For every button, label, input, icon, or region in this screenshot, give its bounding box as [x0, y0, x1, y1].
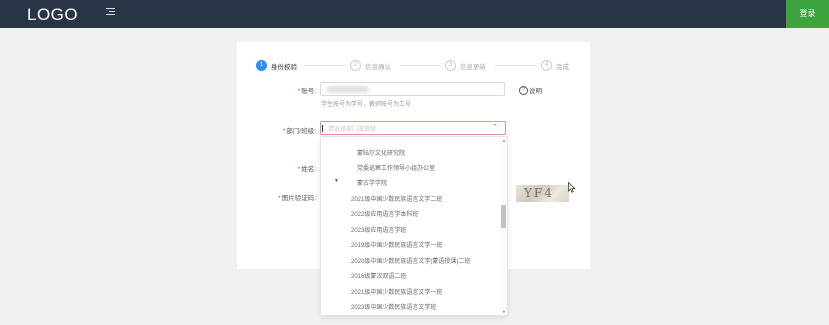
list-item[interactable]: 蒙陆尔文化研究院	[321, 144, 499, 159]
top-navbar: LOGO 登录	[0, 0, 829, 28]
chevron-up-icon: ⌃	[492, 124, 498, 131]
scrollbar-track[interactable]: ▲ ▼	[500, 137, 507, 315]
list-item[interactable]: 2021级中国少数民族语言文学一班	[321, 283, 499, 298]
list-item[interactable]: 2022级应用语言学本科班	[321, 205, 499, 220]
account-label: *账号:	[297, 88, 316, 95]
captcha-label: *图片验证码:	[278, 195, 316, 202]
help-link[interactable]: ? 说明	[519, 85, 542, 95]
step-label: 信息确认	[365, 63, 391, 71]
step-complete: 4 完成	[541, 59, 569, 72]
list-item[interactable]: 2023级中国少数民族语言文学班	[321, 298, 499, 313]
step-number: 2	[350, 60, 361, 71]
list-item[interactable]: 2016级蒙汉双语二班	[321, 267, 499, 282]
account-input[interactable]	[320, 82, 505, 96]
list-item[interactable]: 2023级应用语言学班	[321, 221, 499, 236]
caret-down-icon: ▼	[334, 178, 339, 184]
step-identity-verify: 1 身份校验	[256, 59, 297, 72]
step-connector	[400, 65, 441, 66]
step-label: 完成	[556, 63, 569, 71]
dept-placeholder: 请选择部门或班级	[328, 127, 377, 133]
step-number: 4	[541, 60, 552, 71]
step-connector	[304, 65, 346, 66]
scrollbar-thumb[interactable]	[501, 205, 506, 228]
list-item[interactable]: 2019级中国少数民族语言文学一班	[321, 236, 499, 251]
mouse-cursor-icon	[568, 182, 576, 193]
step-number: 1	[256, 60, 267, 71]
masked-account-value	[327, 86, 369, 93]
name-label: *姓名:	[297, 166, 316, 173]
login-button[interactable]: 登录	[786, 0, 829, 28]
step-number: 3	[445, 60, 456, 71]
scroll-down-arrow-icon[interactable]: ▼	[502, 309, 506, 314]
captcha-image[interactable]: YF4	[516, 185, 569, 202]
help-label: 说明	[529, 88, 542, 95]
account-hint: 学生账号为学号，教师账号为工号	[321, 102, 412, 108]
step-connector	[495, 65, 537, 66]
captcha-text: YF4	[524, 186, 554, 200]
text-caret	[322, 125, 323, 132]
logo: LOGO	[27, 5, 79, 24]
list-item-expanded[interactable]: ▼ 蒙古学学院	[321, 174, 499, 189]
list-item[interactable]: 2020级中国少数民族语言文学(蒙语授课)二班	[321, 252, 499, 267]
question-icon: ?	[519, 85, 528, 95]
step-info-update: 3 信息更新	[445, 59, 486, 72]
list-item[interactable]: 2021级中国少数民族语言文学二班	[321, 190, 499, 205]
step-info-confirm: 2 信息确认	[350, 59, 391, 72]
step-label: 信息更新	[460, 63, 486, 71]
dept-label: *部门/班级:	[282, 128, 316, 135]
step-label: 身份校验	[271, 63, 297, 71]
menu-toggle-icon[interactable]	[106, 8, 115, 18]
dept-select[interactable]: 请选择部门或班级 ⌃	[320, 121, 506, 135]
dept-dropdown-list[interactable]: 蒙陆尔文化研究院 党委巡察工作领导小组办公室 ▼ 蒙古学学院 2021级中国少数…	[320, 136, 508, 316]
scroll-up-arrow-icon[interactable]: ▲	[502, 138, 506, 143]
list-item[interactable]: 党委巡察工作领导小组办公室	[321, 159, 499, 174]
